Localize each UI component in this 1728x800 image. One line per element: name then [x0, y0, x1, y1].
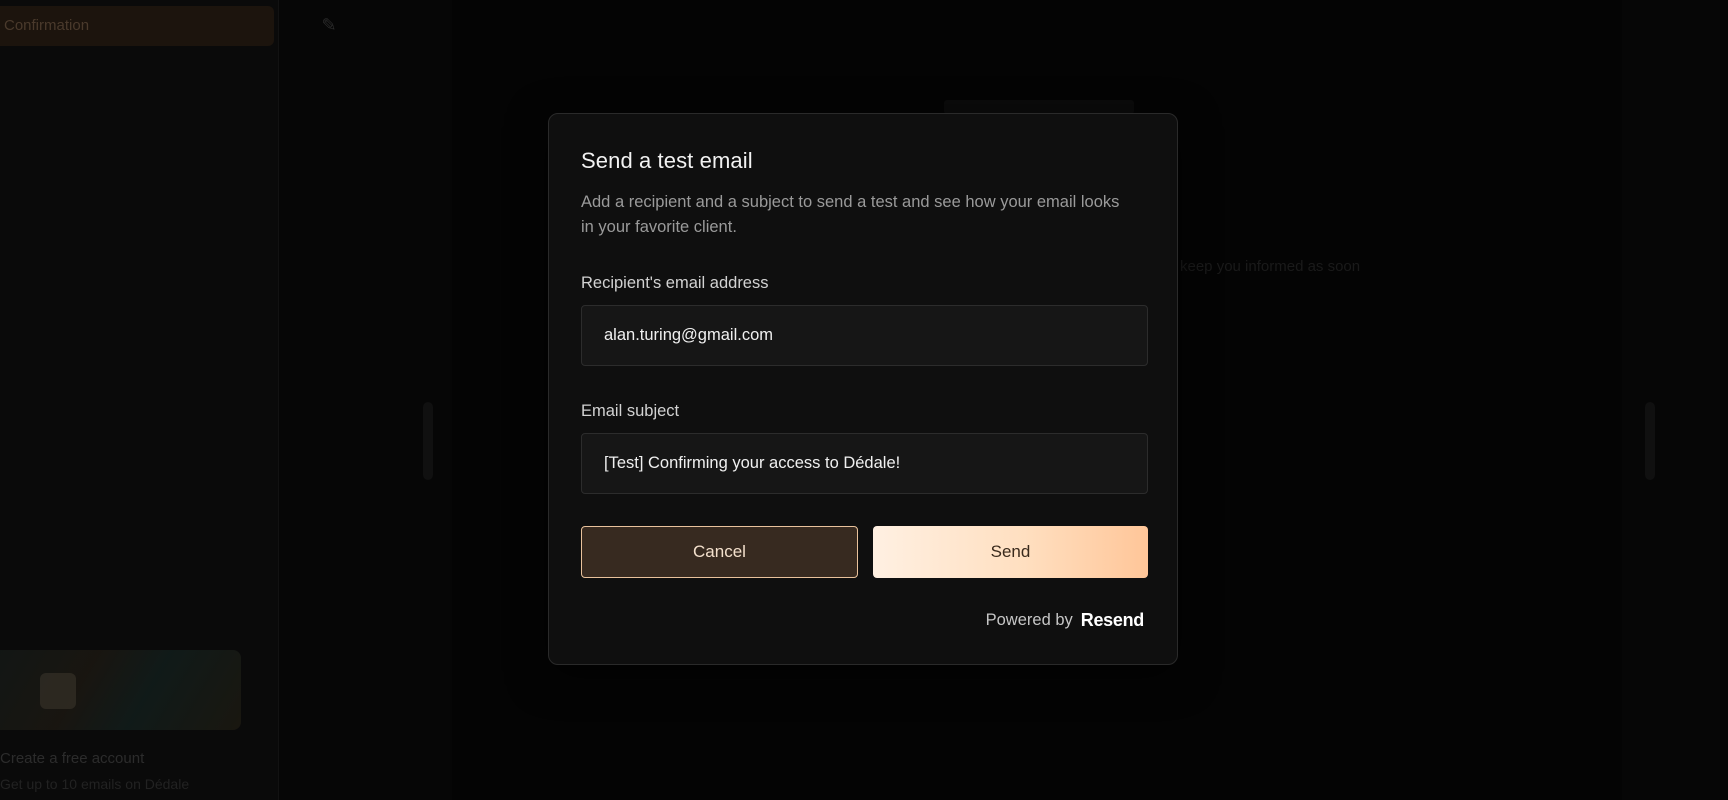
resize-handle-right[interactable] — [1645, 402, 1655, 480]
canvas-placeholder — [944, 100, 1134, 114]
email-subject-input[interactable] — [581, 433, 1148, 494]
pen-icon[interactable]: ✎ — [318, 14, 340, 36]
send-test-email-dialog: Send a test email Add a recipient and a … — [548, 113, 1178, 665]
promo-logo-icon — [40, 673, 76, 709]
resize-handle-left[interactable] — [423, 402, 433, 480]
app-page: Confirmation Create a free account Get u… — [0, 0, 1728, 800]
cancel-button[interactable]: Cancel — [581, 526, 858, 578]
subject-label: Email subject — [581, 402, 680, 420]
sidebar-item-active[interactable]: Confirmation — [0, 6, 274, 46]
recipient-label: Recipient's email address — [581, 274, 769, 292]
dialog-title: Send a test email — [581, 148, 753, 173]
sidebar: Confirmation Create a free account Get u… — [0, 0, 279, 800]
send-button[interactable]: Send — [873, 526, 1148, 578]
canvas-text: keep you informed as soon — [1180, 258, 1361, 275]
resend-logo[interactable]: Resend — [1081, 610, 1145, 631]
promo-title[interactable]: Create a free account — [0, 750, 144, 767]
promo-banner[interactable] — [0, 650, 241, 730]
powered-by: Powered by Resend — [985, 610, 1145, 631]
powered-by-label: Powered by — [985, 611, 1073, 629]
promo-subtitle: Get up to 10 emails on Dédale — [0, 776, 190, 792]
recipient-email-input[interactable] — [581, 305, 1148, 366]
dialog-description: Add a recipient and a subject to send a … — [581, 193, 1120, 236]
